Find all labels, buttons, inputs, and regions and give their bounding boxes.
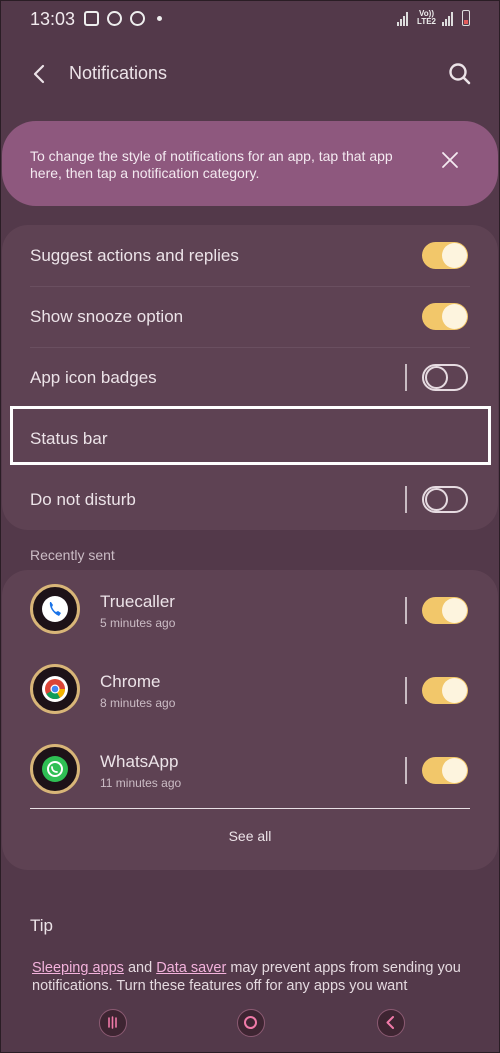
chrome-status-icon — [107, 11, 122, 26]
app-name: Chrome — [100, 672, 161, 691]
notification-icons — [84, 11, 162, 26]
tip-text: Sleeping apps and Data saver may prevent… — [32, 959, 462, 995]
whatsapp-toggle[interactable] — [422, 757, 468, 784]
sleeping-apps-link[interactable]: Sleeping apps — [32, 960, 124, 976]
suggest-actions-toggle[interactable] — [422, 242, 468, 269]
divider — [30, 808, 470, 809]
settings-card: Suggest actions and replies Show snooze … — [2, 225, 498, 530]
whatsapp-icon — [30, 744, 80, 794]
signal-icon — [397, 10, 411, 26]
page-title: Notifications — [69, 63, 168, 83]
app-bar: Notifications — [0, 50, 500, 98]
app-time: 11 minutes ago — [100, 776, 182, 790]
back-button[interactable] — [26, 60, 54, 88]
do-not-disturb-toggle[interactable] — [422, 486, 468, 513]
chrome-toggle[interactable] — [422, 677, 468, 704]
vertical-separator — [405, 364, 407, 391]
app-name: Truecaller — [100, 592, 175, 611]
setting-snooze[interactable]: Show snooze option — [2, 286, 498, 347]
chevron-left-icon — [33, 64, 45, 84]
setting-label: Suggest actions and replies — [30, 246, 239, 265]
setting-suggest-actions[interactable]: Suggest actions and replies — [2, 225, 498, 286]
vertical-separator — [405, 757, 407, 784]
setting-do-not-disturb[interactable]: Do not disturb — [2, 469, 498, 530]
setting-label: Show snooze option — [30, 307, 184, 326]
recents-button[interactable] — [99, 1009, 127, 1037]
app-row-truecaller[interactable]: Truecaller 5 minutes ago — [2, 570, 498, 650]
recently-sent-card: Truecaller 5 minutes ago Chrome 8 minute… — [2, 570, 498, 870]
highlight-frame — [10, 406, 491, 465]
network-label: Vo)) LTE2 — [417, 9, 436, 26]
app-row-chrome[interactable]: Chrome 8 minutes ago — [2, 650, 498, 730]
setting-label: App icon badges — [30, 368, 157, 387]
chrome-icon — [30, 664, 80, 714]
battery-icon — [462, 10, 470, 26]
section-title: Recently sent — [30, 547, 115, 563]
app-icon-badges-toggle[interactable] — [422, 364, 468, 391]
navigation-bar — [0, 1005, 500, 1045]
setting-label: Do not disturb — [30, 490, 136, 509]
truecaller-toggle[interactable] — [422, 597, 468, 624]
search-icon — [449, 63, 471, 85]
clock: 13:03 — [30, 9, 76, 29]
recents-icon — [108, 1016, 117, 1029]
app-time: 8 minutes ago — [100, 696, 176, 710]
chrome-status-icon-2 — [130, 11, 145, 26]
app-time: 5 minutes ago — [100, 616, 176, 630]
vertical-separator — [405, 677, 407, 704]
snooze-toggle[interactable] — [422, 303, 468, 330]
system-status-bar: 13:03 Vo)) LTE2 — [0, 0, 500, 40]
app-name: WhatsApp — [100, 752, 179, 771]
vertical-separator — [405, 597, 407, 624]
tip-title: Tip — [30, 916, 53, 935]
app-row-whatsapp[interactable]: WhatsApp 11 minutes ago — [2, 730, 498, 810]
back-nav-button[interactable] — [377, 1009, 405, 1037]
tip-and: and — [127, 960, 153, 976]
signal-icon-2 — [442, 10, 456, 26]
banner-text: To change the style of notifications for… — [30, 148, 393, 181]
back-nav-icon — [386, 1016, 394, 1029]
vertical-separator — [405, 486, 407, 513]
home-button[interactable] — [237, 1009, 265, 1037]
data-saver-link[interactable]: Data saver — [156, 960, 226, 976]
system-indicators: Vo)) LTE2 — [397, 10, 470, 26]
dismiss-banner-button[interactable] — [438, 148, 462, 172]
truecaller-icon — [30, 584, 80, 634]
info-banner: To change the style of notifications for… — [2, 121, 498, 206]
setting-app-icon-badges[interactable]: App icon badges — [2, 347, 498, 408]
see-all-button[interactable]: See all — [2, 828, 498, 844]
more-dot-icon — [157, 16, 162, 21]
search-button[interactable] — [446, 60, 474, 88]
close-icon — [442, 152, 458, 168]
home-icon — [244, 1016, 257, 1029]
voicemail-icon — [84, 11, 99, 26]
